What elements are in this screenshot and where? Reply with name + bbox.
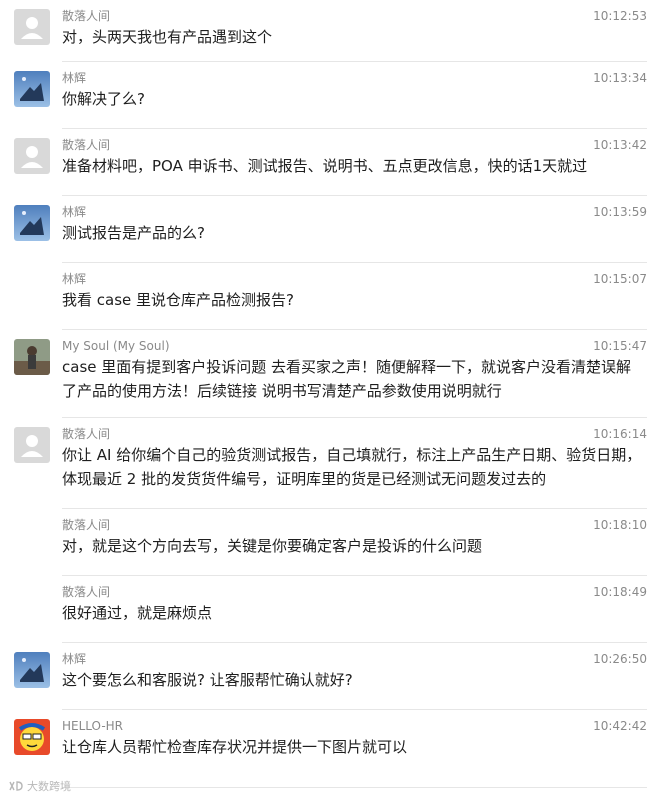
message-timestamp: 10:13:59 (593, 205, 647, 219)
message-timestamp: 10:18:10 (593, 518, 647, 532)
sender-name[interactable]: HELLO-HR (62, 718, 123, 734)
message-timestamp: 10:15:47 (593, 339, 647, 353)
message-text: 我看 case 里说仓库产品检测报告? (62, 291, 294, 309)
message-timestamp: 10:16:14 (593, 427, 647, 441)
chat-message-row: 林辉 10:13:34 你解决了么? (0, 62, 661, 129)
default-avatar-icon[interactable] (14, 138, 50, 174)
message-text: 对，头两天我也有产品遇到这个 (62, 28, 273, 46)
chat-message-row: 林辉 10:26:50 这个要怎么和客服说? 让客服帮忙确认就好? (0, 643, 661, 710)
message-text: 很好通过，就是麻烦点 (62, 604, 213, 622)
chat-message-row: 林辉 10:15:07 我看 case 里说仓库产品检测报告? (0, 263, 661, 330)
message-timestamp: 10:42:42 (593, 719, 647, 733)
watermark-text: 大数跨境 (27, 781, 71, 793)
message-text: 准备材料吧，POA 申诉书、测试报告、说明书、五点更改信息，快的话1天就过 (62, 157, 588, 175)
chat-message-row: 散落人间 10:13:42 准备材料吧，POA 申诉书、测试报告、说明书、五点更改信… (0, 129, 661, 196)
default-avatar-icon[interactable] (14, 427, 50, 463)
chat-message-row: My Soul (My Soul) 10:15:47 case 里面有提到客户投诉问… (0, 330, 661, 418)
logo-mark-icon (9, 781, 23, 791)
sender-name[interactable]: 散落人间 (62, 517, 110, 533)
message-timestamp: 10:13:42 (593, 138, 647, 152)
message-text: case 里面有提到客户投诉问题 去看买家之声！随便解释一下，就说客户没看清楚误… (62, 358, 632, 400)
sender-name[interactable]: My Soul (My Soul) (62, 338, 170, 354)
chat-message-row: HELLO-HR 10:42:42 让仓库人员帮忙检查库存状况并提供一下图片就可以 (0, 710, 661, 788)
watermark: 大数跨境 (8, 778, 71, 794)
chat-message-row: 林辉 10:13:59 测试报告是产品的么? (0, 196, 661, 263)
chat-message-row: 散落人间 10:16:14 你让 AI 给你编个自己的验货测试报告，自己填就行，标注… (0, 418, 661, 509)
message-timestamp: 10:26:50 (593, 652, 647, 666)
sender-name[interactable]: 林辉 (62, 271, 86, 287)
message-text: 对，就是这个方向去写，关键是你要确定客户是投诉的什么问题 (62, 537, 483, 555)
message-timestamp: 10:12:53 (593, 9, 647, 23)
message-text: 测试报告是产品的么? (62, 224, 205, 242)
message-timestamp: 10:13:34 (593, 71, 647, 85)
message-text: 你解决了么? (62, 90, 145, 108)
sender-name[interactable]: 林辉 (62, 70, 86, 86)
message-text: 让仓库人员帮忙检查库存状况并提供一下图片就可以 (62, 738, 408, 756)
sender-name[interactable]: 散落人间 (62, 426, 110, 442)
avatar[interactable] (14, 652, 50, 688)
avatar[interactable] (14, 205, 50, 241)
sender-name[interactable]: 散落人间 (62, 584, 110, 600)
avatar[interactable] (14, 339, 50, 375)
sender-name[interactable]: 散落人间 (62, 137, 110, 153)
avatar[interactable] (14, 71, 50, 107)
message-text: 这个要怎么和客服说? 让客服帮忙确认就好? (62, 671, 353, 689)
sender-name[interactable]: 散落人间 (62, 8, 110, 24)
sender-name[interactable]: 林辉 (62, 204, 86, 220)
message-divider (62, 787, 647, 788)
chat-message-row: 散落人间 10:18:10 对，就是这个方向去写，关键是你要确定客户是投诉的什么问题 (0, 509, 661, 576)
sender-name[interactable]: 林辉 (62, 651, 86, 667)
message-timestamp: 10:15:07 (593, 272, 647, 286)
message-timestamp: 10:18:49 (593, 585, 647, 599)
default-avatar-icon[interactable] (14, 9, 50, 45)
chat-message-row: 散落人间 10:12:53 对，头两天我也有产品遇到这个 (0, 0, 661, 62)
chat-message-row: 散落人间 10:18:49 很好通过，就是麻烦点 (0, 576, 661, 643)
avatar[interactable] (14, 719, 50, 755)
message-text: 你让 AI 给你编个自己的验货测试报告，自己填就行，标注上产品生产日期、验货日期… (62, 446, 642, 488)
